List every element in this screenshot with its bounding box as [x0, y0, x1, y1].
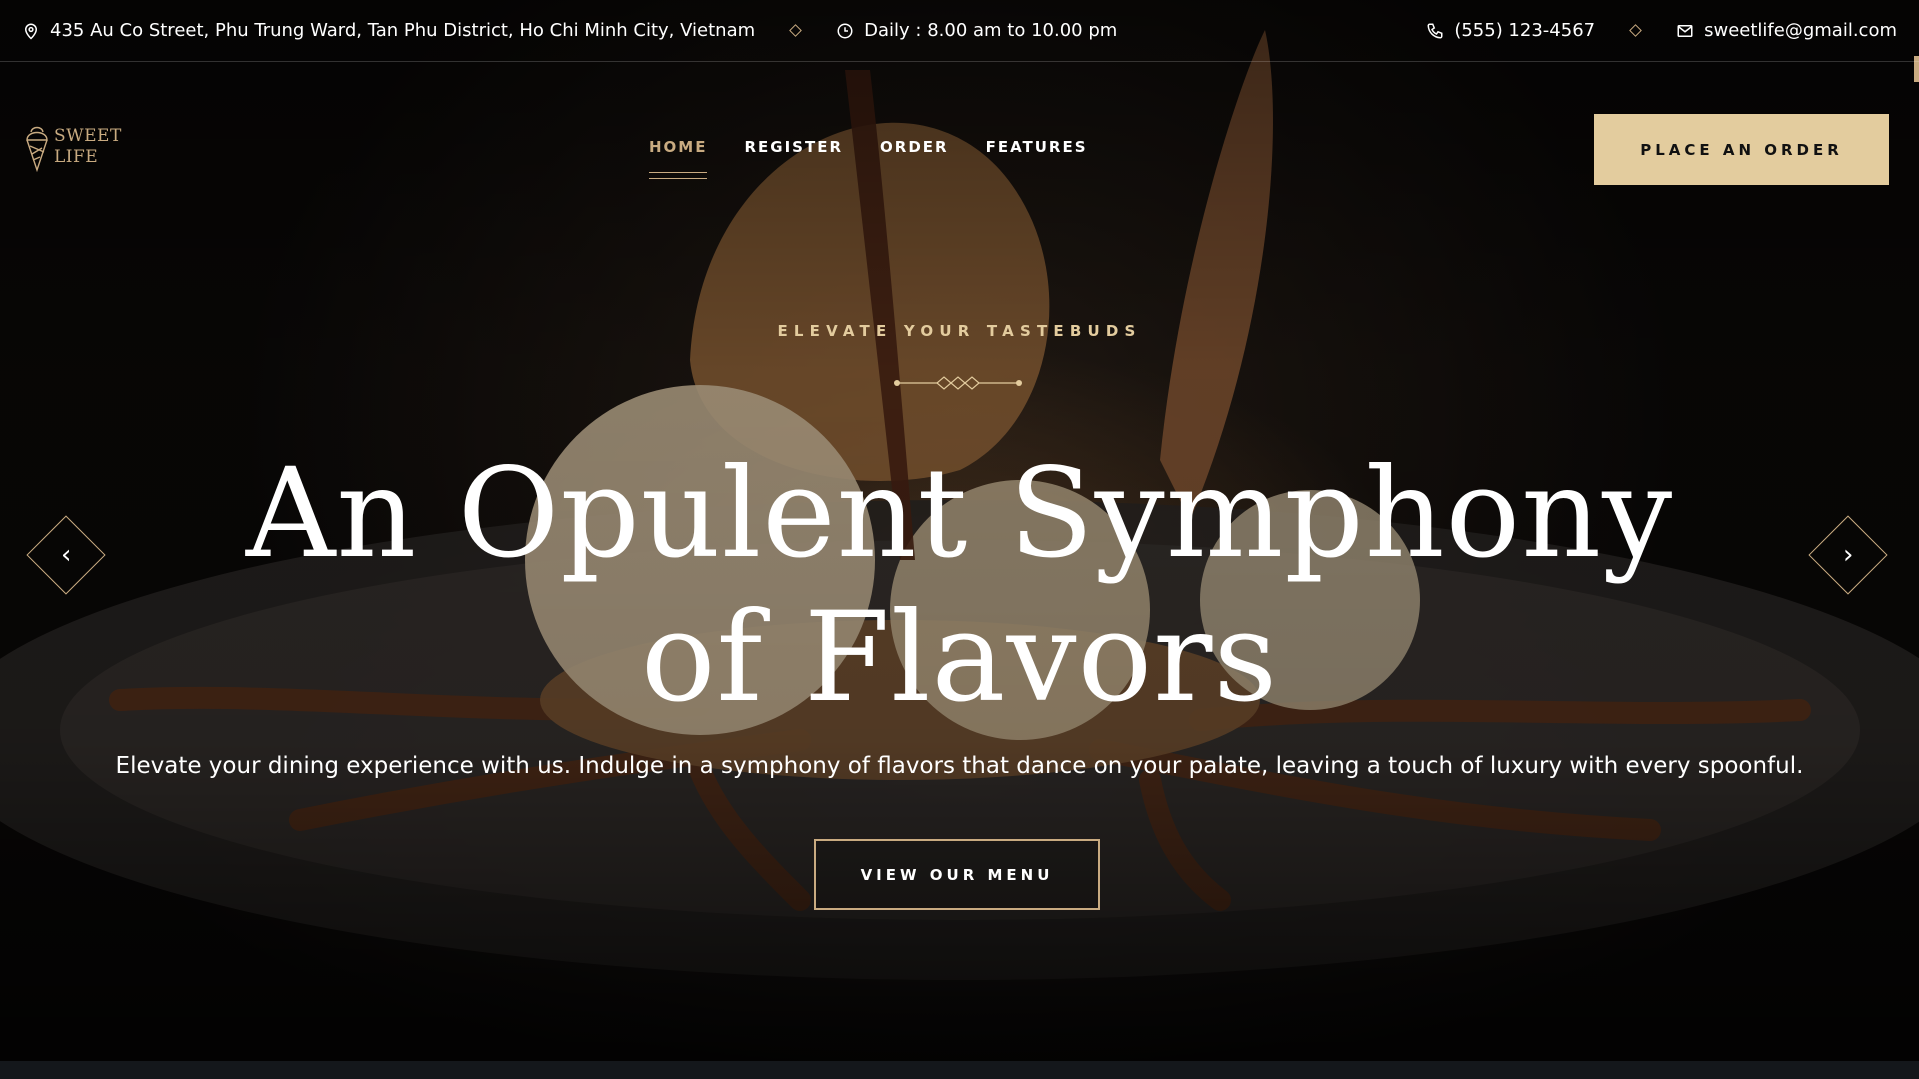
map-pin-icon	[24, 23, 38, 40]
page: 435 Au Co Street, Phu Trung Ward, Tan Ph…	[0, 0, 1919, 1079]
brand-name-line2: LIFE	[54, 147, 99, 167]
section-bottom-strip	[0, 1061, 1919, 1079]
phone-item[interactable]: (555) 123-4567	[1426, 20, 1595, 41]
main-nav: HOME REGISTER ORDER FEATURES	[649, 138, 1088, 179]
separator-diamond-icon	[789, 24, 803, 37]
hero-eyebrow: ELEVATE YOUR TASTEBUDS	[777, 322, 1142, 340]
phone-text[interactable]: (555) 123-4567	[1454, 20, 1595, 41]
ice-cream-cone-icon	[26, 126, 48, 172]
brand-name: SWEET LIFE	[54, 126, 122, 168]
phone-icon	[1427, 23, 1443, 39]
brand-name-line1: SWEET	[54, 126, 122, 146]
view-menu-button[interactable]: VIEW OUR MENU	[814, 839, 1100, 910]
hours-item: Daily : 8.00 am to 10.00 pm	[836, 20, 1117, 41]
chevron-right-icon: ›	[1842, 540, 1854, 570]
place-order-button[interactable]: PLACE AN ORDER	[1594, 114, 1889, 185]
hours-text: Daily : 8.00 am to 10.00 pm	[864, 20, 1118, 41]
nav-item-order[interactable]: ORDER	[880, 138, 949, 156]
hero-headline-line1: An Opulent Symphony	[245, 442, 1674, 586]
separator-diamond-icon	[1629, 24, 1642, 37]
address-text: 435 Au Co Street, Phu Trung Ward, Tan Ph…	[50, 20, 756, 41]
top-info-bar: 435 Au Co Street, Phu Trung Ward, Tan Ph…	[0, 0, 1919, 62]
email-item[interactable]: sweetlife@gmail.com	[1676, 20, 1897, 41]
mail-icon	[1677, 24, 1693, 37]
brand-logo[interactable]: SWEET LIFE	[24, 122, 122, 172]
email-text[interactable]: sweetlife@gmail.com	[1704, 20, 1897, 41]
chevron-left-icon: ‹	[60, 540, 72, 570]
hero-subtext: Elevate your dining experience with us. …	[115, 753, 1804, 779]
nav-item-home[interactable]: HOME	[649, 138, 708, 179]
hero-headline-line2: of Flavors	[640, 586, 1279, 730]
nav-item-register[interactable]: REGISTER	[744, 138, 843, 156]
hero-headline: An Opulent Symphony of Flavors	[0, 442, 1919, 730]
ornament-divider-icon	[894, 376, 1022, 390]
address-item: 435 Au Co Street, Phu Trung Ward, Tan Ph…	[22, 20, 755, 41]
clock-icon	[837, 23, 853, 38]
nav-item-features[interactable]: FEATURES	[986, 138, 1088, 156]
